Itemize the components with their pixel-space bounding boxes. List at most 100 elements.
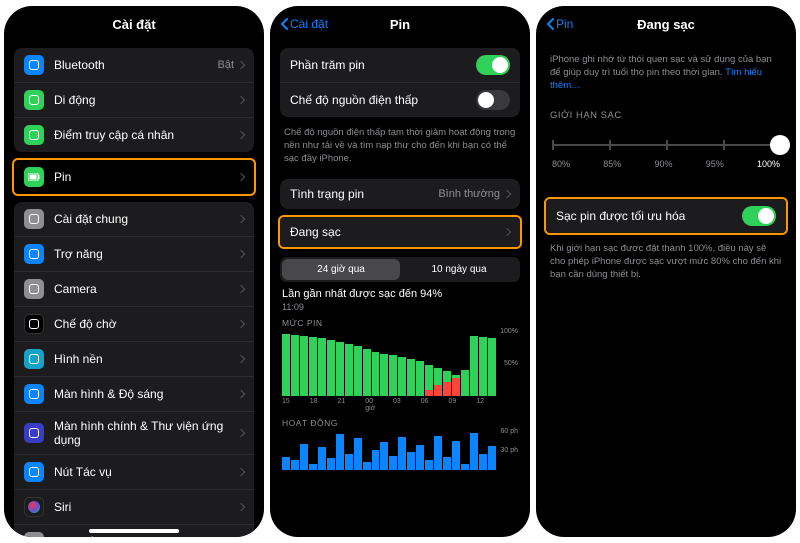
time-range-tabs: 24 giờ qua 10 ngày qua (280, 257, 520, 282)
row-battery-health[interactable]: Tình trạng pin Bình thường (280, 179, 520, 209)
activity-bar (452, 441, 460, 470)
row-value: Bật (217, 59, 234, 71)
row-general[interactable]: Cài đặt chung (14, 202, 254, 236)
level-bar (318, 338, 326, 396)
header: Cài đặt (4, 6, 264, 42)
slider-tick-label: 80% (552, 159, 570, 169)
level-bar (282, 334, 290, 396)
chevron-right-icon (237, 215, 245, 223)
row-battery[interactable]: Pin (14, 160, 254, 194)
slider-knob[interactable] (770, 135, 790, 155)
row-low-power[interactable]: Chế độ nguồn điện thấp (280, 82, 520, 117)
home-indicator[interactable] (89, 529, 179, 533)
row-action-button[interactable]: Nút Tác vụ (14, 454, 254, 489)
x-tick: 09 (449, 398, 469, 412)
optimized-footer: Khi giới hạn sạc được đặt thành 100%, đi… (536, 239, 796, 289)
action-button-icon (24, 462, 44, 482)
row-display[interactable]: Màn hình & Độ sáng (14, 376, 254, 411)
battery-icon (24, 167, 44, 187)
row-label: Bluetooth (54, 58, 217, 72)
back-button[interactable]: Pin (546, 6, 573, 42)
row-label: Di động (54, 93, 238, 107)
chevron-right-icon (237, 131, 245, 139)
x-axis-labels: 15182100 giờ03060912 (282, 398, 518, 412)
row-value: Bình thường (438, 188, 500, 200)
level-bar (380, 354, 388, 397)
row-label: Siri (54, 500, 238, 514)
chevron-right-icon (237, 503, 245, 511)
camera-icon (24, 279, 44, 299)
activity-bar (407, 452, 415, 471)
tab-24h[interactable]: 24 giờ qua (282, 259, 400, 280)
chevron-right-icon (237, 429, 245, 437)
general-group: Cài đặt chungTrợ năng Camera Chế độ chờHìn… (14, 202, 254, 537)
row-accessibility[interactable]: Trợ năng (14, 236, 254, 271)
chevron-right-icon (237, 250, 245, 258)
level-bar (345, 344, 353, 397)
back-button[interactable]: Cài đặt (280, 6, 328, 42)
chevron-right-icon (503, 190, 511, 198)
activity-bar (282, 457, 290, 470)
back-label: Pin (556, 17, 573, 31)
row-homescreen[interactable]: Màn hình chính & Thư viện ứng dụng (14, 411, 254, 454)
hotspot-icon (24, 125, 44, 145)
tab-10d[interactable]: 10 ngày qua (400, 259, 518, 280)
slider-tick-label: 95% (706, 159, 724, 169)
slider-tick-label: 90% (654, 159, 672, 169)
slider-tick-label: 100% (757, 159, 780, 169)
row-optimized-charging[interactable]: Sạc pin được tối ưu hóa (546, 199, 786, 233)
row-label: Màn hình chính & Thư viện ứng dụng (54, 419, 238, 447)
optimized-charging-toggle[interactable] (742, 206, 776, 226)
activity-bar (434, 436, 442, 471)
activity-bar (488, 446, 496, 470)
header: Cài đặt Pin (270, 6, 530, 42)
level-bar (309, 337, 317, 396)
row-hotspot[interactable]: Điểm truy cập cá nhân (14, 117, 254, 152)
optimized-row-highlight: Sạc pin được tối ưu hóa (544, 197, 788, 235)
activity-bar (470, 433, 478, 470)
activity-bar (291, 460, 299, 470)
standby-icon (24, 314, 44, 334)
level-bar (291, 335, 299, 396)
low-power-toggle[interactable] (476, 90, 510, 110)
page-title: Cài đặt (112, 17, 155, 32)
level-bar (354, 346, 362, 396)
activity-bar (354, 438, 362, 470)
level-bar (327, 340, 335, 397)
wallpaper-icon (24, 349, 44, 369)
row-wallpaper[interactable]: Hình nền (14, 341, 254, 376)
activity-bar (327, 458, 335, 470)
charge-limit-slider[interactable]: 80%85%90%95%100% (536, 125, 796, 175)
row-battery-percentage[interactable]: Phần trăm pin (280, 48, 520, 82)
settings-screen: Cài đặt BluetoothBật Di động Điểm truy cập… (4, 6, 264, 537)
row-label: Nút Tác vụ (54, 465, 238, 479)
row-standby[interactable]: Chế độ chờ (14, 306, 254, 341)
row-charging[interactable]: Đang sạc (280, 217, 520, 247)
row-label: Phần trăm pin (290, 58, 476, 72)
chevron-right-icon (237, 320, 245, 328)
activity-bar (443, 457, 451, 470)
level-bar (300, 336, 308, 397)
siri-icon (24, 497, 44, 517)
chevron-right-icon (237, 173, 245, 181)
row-camera[interactable]: Camera (14, 271, 254, 306)
row-bluetooth[interactable]: BluetoothBật (14, 48, 254, 82)
battery-screen: Cài đặt Pin Phần trăm pin Chế độ nguồn đ… (270, 6, 530, 537)
activity-bar (318, 447, 326, 470)
battery-percentage-toggle[interactable] (476, 55, 510, 75)
row-siri[interactable]: Siri (14, 489, 254, 524)
level-bar (363, 349, 371, 397)
row-cellular[interactable]: Di động (14, 82, 254, 117)
x-tick: 21 (338, 398, 358, 412)
chevron-right-icon (237, 390, 245, 398)
row-label: Điểm truy cập cá nhân (54, 128, 238, 142)
activity-bar (300, 444, 308, 471)
activity-bar (416, 445, 424, 470)
row-label: Camera (54, 282, 238, 296)
row-label: Sạc pin được tối ưu hóa (556, 209, 742, 223)
battery-level-label: MỨC PIN (282, 318, 518, 328)
display-icon (24, 384, 44, 404)
level-bar (479, 337, 487, 396)
row-label: Chế độ nguồn điện thấp (290, 93, 476, 107)
chevron-right-icon (237, 285, 245, 293)
